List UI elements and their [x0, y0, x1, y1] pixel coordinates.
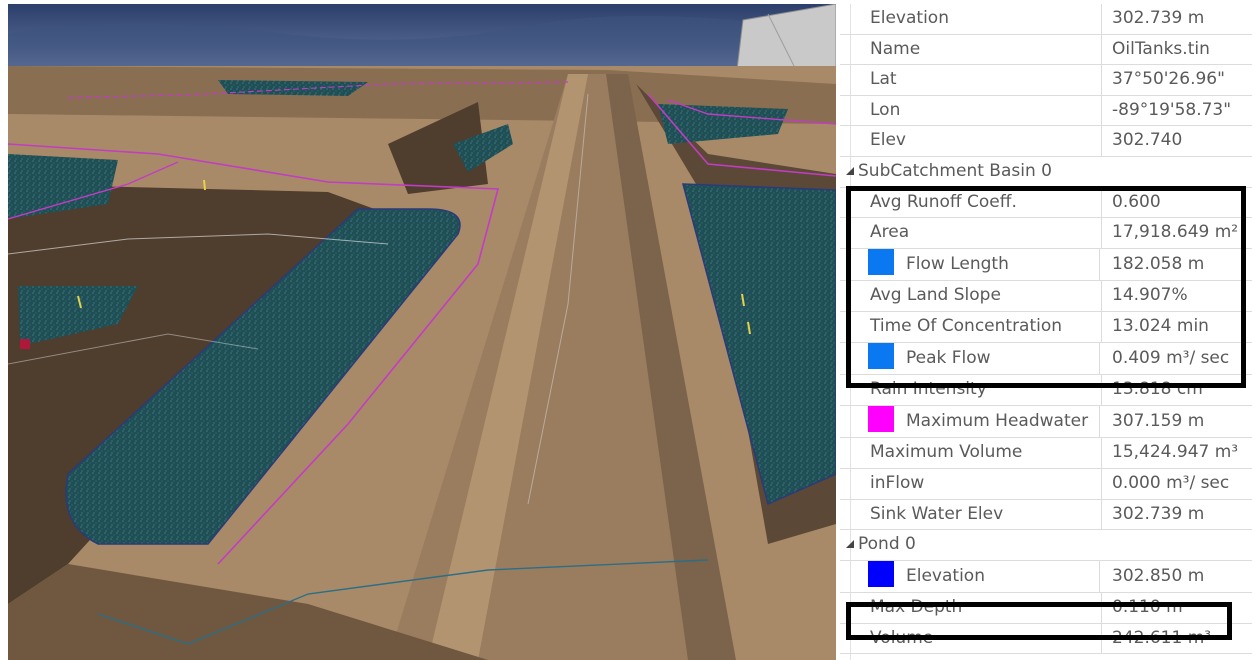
prop-value: 0.110 m	[1112, 597, 1183, 618]
prop-key: Lon	[870, 95, 1102, 126]
prop-key: Lat	[870, 65, 1102, 95]
prop-row-lat[interactable]: Lat 37°50'26.96"	[840, 65, 1252, 96]
section-pond[interactable]: Pond 0	[840, 530, 1252, 561]
color-swatch[interactable]	[868, 560, 894, 587]
prop-row-elev[interactable]: Elev 302.740	[840, 126, 1252, 157]
prop-value: 302.740	[1112, 130, 1183, 151]
prop-row-flow-length[interactable]: Flow Length 182.058 m	[840, 248, 1252, 282]
section-title: SubCatchment Basin 0	[858, 160, 1052, 181]
prop-row-time-of-concentration[interactable]: Time Of Concentration 13.024 min	[840, 311, 1252, 343]
terrain-render	[8, 4, 836, 660]
prop-key: Peak Flow	[868, 342, 1100, 375]
prop-value: 302.739 m	[1112, 8, 1205, 28]
color-swatch[interactable]	[868, 342, 894, 369]
prop-key: Time Of Concentration	[870, 311, 1102, 342]
prop-key: Elevation	[868, 560, 1100, 593]
prop-value: 13.818 cm	[1112, 379, 1203, 400]
prop-value: -89°19'58.73"	[1112, 99, 1232, 120]
prop-row-sink-water-elev[interactable]: Sink Water Elev 302.739 m	[840, 499, 1252, 531]
prop-value: 182.058 m	[1112, 253, 1205, 274]
prop-key: Flow Length	[868, 248, 1100, 281]
prop-value: 242.611 m³	[1112, 627, 1212, 648]
prop-key: Avg Land Slope	[870, 281, 1102, 311]
terrain-3d-viewport[interactable]	[8, 4, 836, 660]
prop-key: Volume	[870, 623, 1102, 654]
prop-value: 17,918.649 m²	[1112, 222, 1239, 243]
prop-row-rain-intensity[interactable]: Rain Intensity 13.818 cm	[840, 375, 1252, 406]
prop-row-inflow[interactable]: inFlow 0.000 m³/ sec	[840, 468, 1252, 500]
prop-row-area[interactable]: Area 17,918.649 m²	[840, 218, 1252, 249]
prop-key: Elevation	[870, 4, 1102, 34]
prop-value: 15,424.947 m³	[1112, 442, 1239, 463]
prop-row-max-depth[interactable]: Max Depth 0.110 m	[840, 593, 1252, 624]
prop-value: OilTanks.tin	[1112, 38, 1210, 59]
prop-value: 37°50'26.96"	[1112, 69, 1225, 90]
prop-key: Maximum Volume	[870, 438, 1102, 468]
prop-row-lon[interactable]: Lon -89°19'58.73"	[840, 95, 1252, 127]
prop-key: Elev	[870, 126, 1102, 156]
collapse-triangle-icon[interactable]	[846, 540, 854, 549]
properties-panel: Elevation 302.739 m Name OilTanks.tin Lat 3…	[840, 4, 1252, 660]
color-swatch[interactable]	[868, 405, 894, 432]
prop-row-name[interactable]: Name OilTanks.tin	[840, 34, 1252, 66]
prop-key: Avg Runoff Coeff.	[870, 187, 1102, 218]
prop-value: 0.409 m³/ sec	[1112, 347, 1230, 368]
prop-value: 302.850 m	[1112, 565, 1205, 586]
prop-key: Maximum Headwater	[868, 405, 1100, 438]
prop-row-volume[interactable]: Volume 242.611 m³	[840, 623, 1252, 655]
prop-key: Name	[870, 34, 1102, 65]
prop-key: Max Depth	[870, 593, 1102, 623]
prop-row-max-headwater[interactable]: Maximum Headwater 307.159 m	[840, 405, 1252, 439]
prop-value: 307.159 m	[1112, 410, 1205, 431]
prop-key: Sink Water Elev	[870, 499, 1102, 530]
prop-value: 13.024 min	[1112, 315, 1209, 336]
prop-row-peak-flow[interactable]: Peak Flow 0.409 m³/ sec	[840, 342, 1252, 376]
prop-key: inFlow	[870, 468, 1102, 499]
prop-value: 0.600	[1112, 191, 1161, 212]
prop-value: 302.739 m	[1112, 503, 1205, 524]
prop-row-pond-elevation[interactable]: Elevation 302.850 m	[840, 560, 1252, 594]
color-swatch[interactable]	[868, 248, 894, 275]
section-title: Pond 0	[858, 534, 916, 555]
prop-row-avg-runoff[interactable]: Avg Runoff Coeff. 0.600	[840, 187, 1252, 219]
prop-row-elevation[interactable]: Elevation 302.739 m	[840, 4, 1252, 35]
prop-value: 14.907%	[1112, 285, 1188, 306]
prop-row-max-volume[interactable]: Maximum Volume 15,424.947 m³	[840, 438, 1252, 469]
prop-key: Area	[870, 218, 1102, 248]
prop-key: Rain Intensity	[870, 375, 1102, 405]
prop-row-avg-land-slope[interactable]: Avg Land Slope 14.907%	[840, 281, 1252, 312]
section-subcatchment[interactable]: SubCatchment Basin 0	[840, 157, 1252, 188]
collapse-triangle-icon[interactable]	[846, 166, 854, 175]
prop-value: 0.000 m³/ sec	[1112, 472, 1230, 493]
